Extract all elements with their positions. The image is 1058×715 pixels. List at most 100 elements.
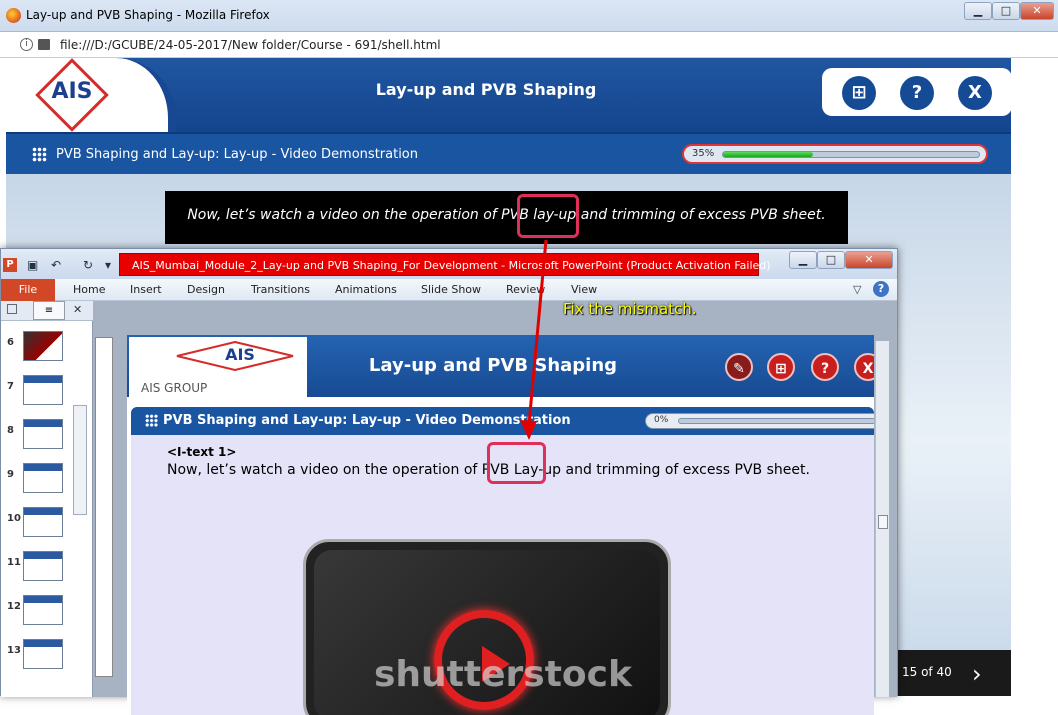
course-header: AIS Lay-up and PVB Shaping ⊞ ? X	[6, 58, 1011, 132]
tab-home[interactable]: Home	[73, 283, 105, 296]
slide-thumbnail[interactable]	[23, 375, 63, 405]
next-arrow-icon[interactable]: ›	[972, 660, 982, 688]
slide-subheader: PVB Shaping and Lay-up: Lay-up - Video D…	[131, 407, 874, 435]
grid-icon	[32, 147, 47, 162]
video-placeholder[interactable]: shutterstock	[303, 539, 671, 715]
slide: AIS AIS GROUP Lay-up and PVB Shaping ✎ ⊞…	[127, 335, 874, 715]
undo-icon[interactable]: ↶	[51, 258, 61, 272]
close-window-button[interactable]: ✕	[1020, 2, 1054, 20]
ppt-title-bar-highlight: AIS_Mumbai_Module_2_Lay-up and PVB Shapi…	[119, 253, 771, 276]
slide-title: Lay-up and PVB Shaping	[368, 355, 618, 376]
minimize-button[interactable]: ▁	[964, 2, 992, 20]
canvas-scrollbar[interactable]	[875, 341, 889, 697]
thumbnail-number: 11	[7, 557, 21, 568]
tab-animations[interactable]: Animations	[335, 283, 397, 296]
tab-review[interactable]: Review	[506, 283, 545, 296]
slide-progress-track	[678, 418, 874, 424]
ppt-minimize-button[interactable]: ▁	[789, 251, 817, 269]
video-screen: shutterstock	[314, 550, 660, 715]
tab-insert[interactable]: Insert	[130, 283, 162, 296]
ppt-close-button[interactable]: ✕	[845, 251, 893, 269]
firefox-icon	[6, 8, 21, 23]
course-progress: 35%	[682, 144, 988, 164]
tab-slide-show[interactable]: Slide Show	[421, 283, 481, 296]
course-subheader: PVB Shaping and Lay-up: Lay-up - Video D…	[6, 132, 1011, 174]
watermark-text: shutterstock	[374, 654, 632, 695]
browser-title: Lay-up and PVB Shaping - Mozilla Firefox	[26, 8, 270, 22]
logo-text: AIS	[51, 79, 93, 104]
slide-exit-icon: X	[854, 353, 874, 381]
thumbnail-number: 6	[7, 337, 14, 348]
slide-help-icon: ?	[811, 353, 839, 381]
redo-icon[interactable]: ↻	[83, 258, 93, 272]
close-pane-icon[interactable]: ✕	[73, 303, 82, 316]
slide-logo-subtext: AIS GROUP	[141, 381, 208, 395]
ruler	[95, 337, 113, 677]
slides-tab-icon[interactable]	[7, 304, 17, 314]
thumbnail-number: 9	[7, 469, 14, 480]
sitemap-button[interactable]: ⊞	[842, 76, 876, 110]
slide-thumbnail[interactable]	[23, 419, 63, 449]
info-icon[interactable]: i	[20, 38, 33, 51]
review-note: Fix the mismatch.	[563, 300, 697, 318]
ribbon-tabs: File Home Insert Design Transitions Anim…	[1, 279, 897, 301]
thumbnail-number: 13	[7, 645, 21, 656]
scroll-thumb[interactable]	[878, 515, 888, 529]
slide-thumbnail[interactable]	[23, 463, 63, 493]
course-title: Lay-up and PVB Shaping	[375, 80, 597, 99]
slide-canvas-area: AIS AIS GROUP Lay-up and PVB Shaping ✎ ⊞…	[93, 321, 897, 715]
caption-text: Now, let’s watch a video on the operatio…	[187, 207, 826, 223]
slide-thumbnail[interactable]	[23, 639, 63, 669]
thumbnail-scrollbar[interactable]	[73, 405, 87, 515]
powerpoint-window: P ▣ ↶ ↻ ▾ AIS_Mumbai_Module_2_Lay-up and…	[0, 248, 898, 715]
exit-button[interactable]: X	[958, 76, 992, 110]
thumbnail-number: 8	[7, 425, 14, 436]
save-icon[interactable]: ▣	[27, 258, 38, 272]
powerpoint-icon: P	[3, 258, 17, 272]
course-logo: AIS	[6, 58, 176, 132]
caption-highlight-box	[517, 194, 579, 238]
thumbnail-number: 10	[7, 513, 21, 524]
grid-icon	[145, 414, 158, 427]
slide-sitemap-icon: ⊞	[767, 353, 795, 381]
tab-view[interactable]: View	[571, 283, 597, 296]
thumbnail-number: 12	[7, 601, 21, 612]
course-button-panel: ⊞ ? X	[822, 68, 1011, 116]
page-icon	[38, 39, 50, 50]
progress-label: 35%	[692, 148, 715, 159]
video-caption-box: Now, let’s watch a video on the operatio…	[165, 191, 848, 244]
tab-design[interactable]: Design	[187, 283, 225, 296]
slide-thumbnail-panel: ≡ ✕ 6 7 8 9 10 11 12 13	[1, 301, 93, 697]
url-bar[interactable]: i file:///D:/GCUBE/24-05-2017/New folder…	[0, 32, 1058, 58]
slide-thumbnail[interactable]	[23, 507, 63, 537]
slide-progress-label: 0%	[654, 415, 669, 425]
slide-progress: 0%	[645, 413, 874, 429]
itext-label: <I-text 1>	[167, 445, 237, 459]
slide-nav-icon: ✎	[725, 353, 753, 381]
ppt-title: AIS_Mumbai_Module_2_Lay-up and PVB Shapi…	[132, 259, 771, 272]
maximize-button[interactable]: □	[992, 2, 1020, 20]
help-button[interactable]: ?	[900, 76, 934, 110]
ribbon-collapse-icon[interactable]: ▽	[853, 283, 861, 296]
slide-logo-text: AIS	[225, 345, 255, 364]
thumbnail-number: 7	[7, 381, 14, 392]
progress-fill	[723, 152, 813, 157]
ppt-help-icon[interactable]: ?	[873, 281, 889, 297]
qat-dropdown-icon[interactable]: ▾	[105, 258, 111, 272]
slide-subtitle: PVB Shaping and Lay-up: Lay-up - Video D…	[163, 413, 571, 428]
slide-thumbnail[interactable]	[23, 551, 63, 581]
ppt-titlebar: P ▣ ↶ ↻ ▾ AIS_Mumbai_Module_2_Lay-up and…	[1, 249, 897, 279]
slide-text-highlight-box	[487, 442, 546, 484]
slide-thumbnail[interactable]	[23, 331, 63, 361]
tab-transitions[interactable]: Transitions	[251, 283, 310, 296]
page-navigation: 15 of 40 ›	[892, 650, 1011, 696]
slide-logo: AIS AIS GROUP	[129, 337, 307, 397]
ppt-maximize-button[interactable]: □	[817, 251, 845, 269]
ppt-body: ≡ ✕ 6 7 8 9 10 11 12 13 AIS AIS GROUP La…	[1, 301, 897, 715]
tab-file[interactable]: File	[1, 279, 55, 301]
slide-thumbnail[interactable]	[23, 595, 63, 625]
outline-tab-icon[interactable]: ≡	[33, 301, 65, 320]
progress-track	[722, 151, 980, 158]
url-text[interactable]: file:///D:/GCUBE/24-05-2017/New folder/C…	[60, 38, 441, 52]
thumbnail-tabs: ≡ ✕	[1, 301, 93, 321]
